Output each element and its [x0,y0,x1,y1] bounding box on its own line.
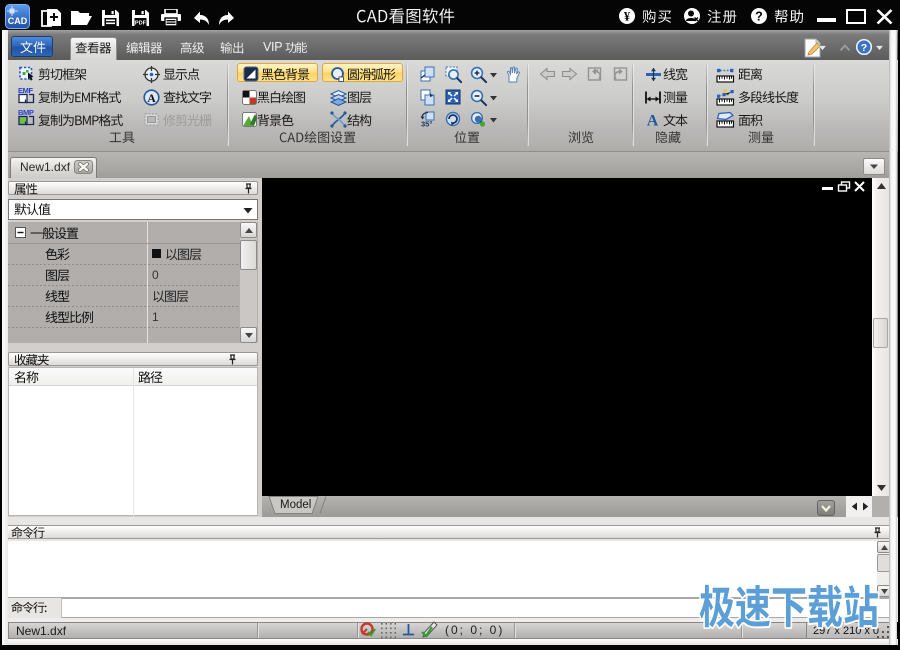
svg-text:CAD: CAD [8,16,28,26]
svg-text:BMP: BMP [18,108,34,117]
svg-text:PDF: PDF [135,21,147,27]
svg-text:A: A [147,93,156,105]
svg-text:35°: 35° [421,120,432,129]
svg-text:A: A [647,113,659,129]
svg-text:EMF: EMF [18,86,33,95]
svg-text:¥: ¥ [624,10,631,24]
svg-text:?: ? [755,10,763,24]
svg-text:?: ? [861,42,867,54]
